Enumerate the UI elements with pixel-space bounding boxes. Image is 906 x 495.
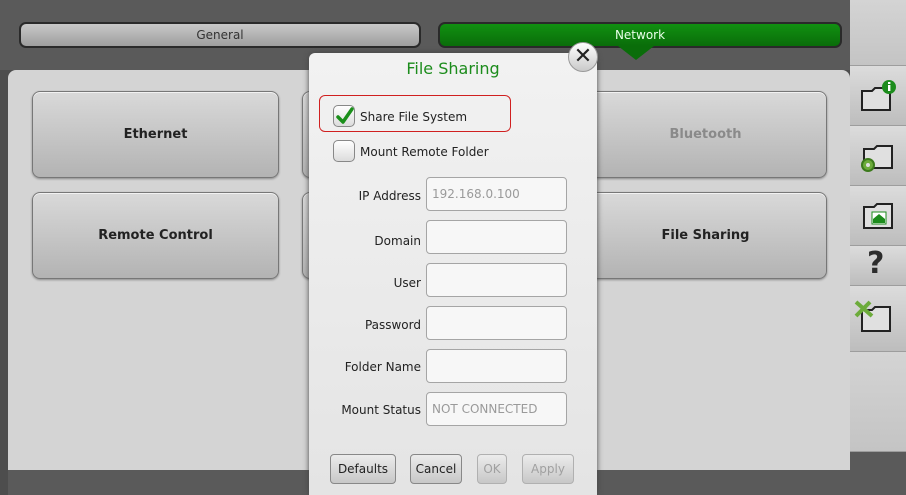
sidebar-blank-top [850, 0, 906, 66]
sidebar-item-info[interactable] [850, 66, 906, 126]
domain-label: Domain [374, 234, 421, 248]
mount-status-field: NOT CONNECTED [426, 392, 567, 426]
user-label: User [393, 276, 421, 290]
file-sharing-button[interactable]: File Sharing [584, 192, 827, 279]
sidebar-item-tools[interactable] [850, 286, 906, 352]
bluetooth-button[interactable]: Bluetooth [584, 91, 827, 178]
folder-info-icon [861, 80, 896, 111]
folder-home-icon [863, 203, 893, 229]
sidebar-item-settings[interactable] [850, 126, 906, 186]
ok-button[interactable]: OK [477, 454, 507, 484]
checkmark-icon [336, 107, 354, 124]
folder-name-label: Folder Name [344, 360, 421, 374]
user-field[interactable] [426, 263, 567, 297]
mount-remote-folder-checkbox[interactable] [333, 140, 355, 162]
sidebar-footer [850, 452, 906, 495]
apply-button[interactable]: Apply [522, 454, 574, 484]
ethernet-button[interactable]: Ethernet [32, 91, 279, 178]
password-field[interactable] [426, 306, 567, 340]
ip-address-label: IP Address [358, 189, 421, 203]
sidebar-item-home[interactable] [850, 186, 906, 246]
mount-status-label: Mount Status [341, 403, 421, 417]
tab-network[interactable]: Network [438, 22, 842, 48]
cancel-button[interactable]: Cancel [410, 454, 462, 484]
sidebar-item-help[interactable]: ? [850, 246, 906, 286]
share-file-system-label: Share File System [360, 110, 468, 124]
mount-remote-folder-label: Mount Remote Folder [360, 145, 489, 159]
tab-pointer [618, 46, 654, 60]
dialog-title: File Sharing [406, 59, 500, 78]
help-icon: ? [867, 246, 885, 281]
tab-general[interactable]: General [19, 22, 421, 48]
defaults-button[interactable]: Defaults [330, 454, 396, 484]
file-sharing-dialog: File Sharing Share File System Mount Rem… [309, 53, 597, 495]
right-sidebar: ? [850, 0, 906, 495]
folder-settings-icon [861, 145, 893, 172]
folder-tools-icon [854, 300, 891, 332]
remote-control-button[interactable]: Remote Control [32, 192, 279, 279]
ip-address-field[interactable]: 192.168.0.100 [426, 177, 567, 211]
domain-field[interactable] [426, 220, 567, 254]
share-file-system-checkbox[interactable] [333, 105, 355, 127]
sidebar-blank-bottom [850, 352, 906, 452]
close-icon[interactable]: ✕ [568, 42, 598, 72]
password-label: Password [364, 318, 421, 332]
folder-name-field[interactable] [426, 349, 567, 383]
